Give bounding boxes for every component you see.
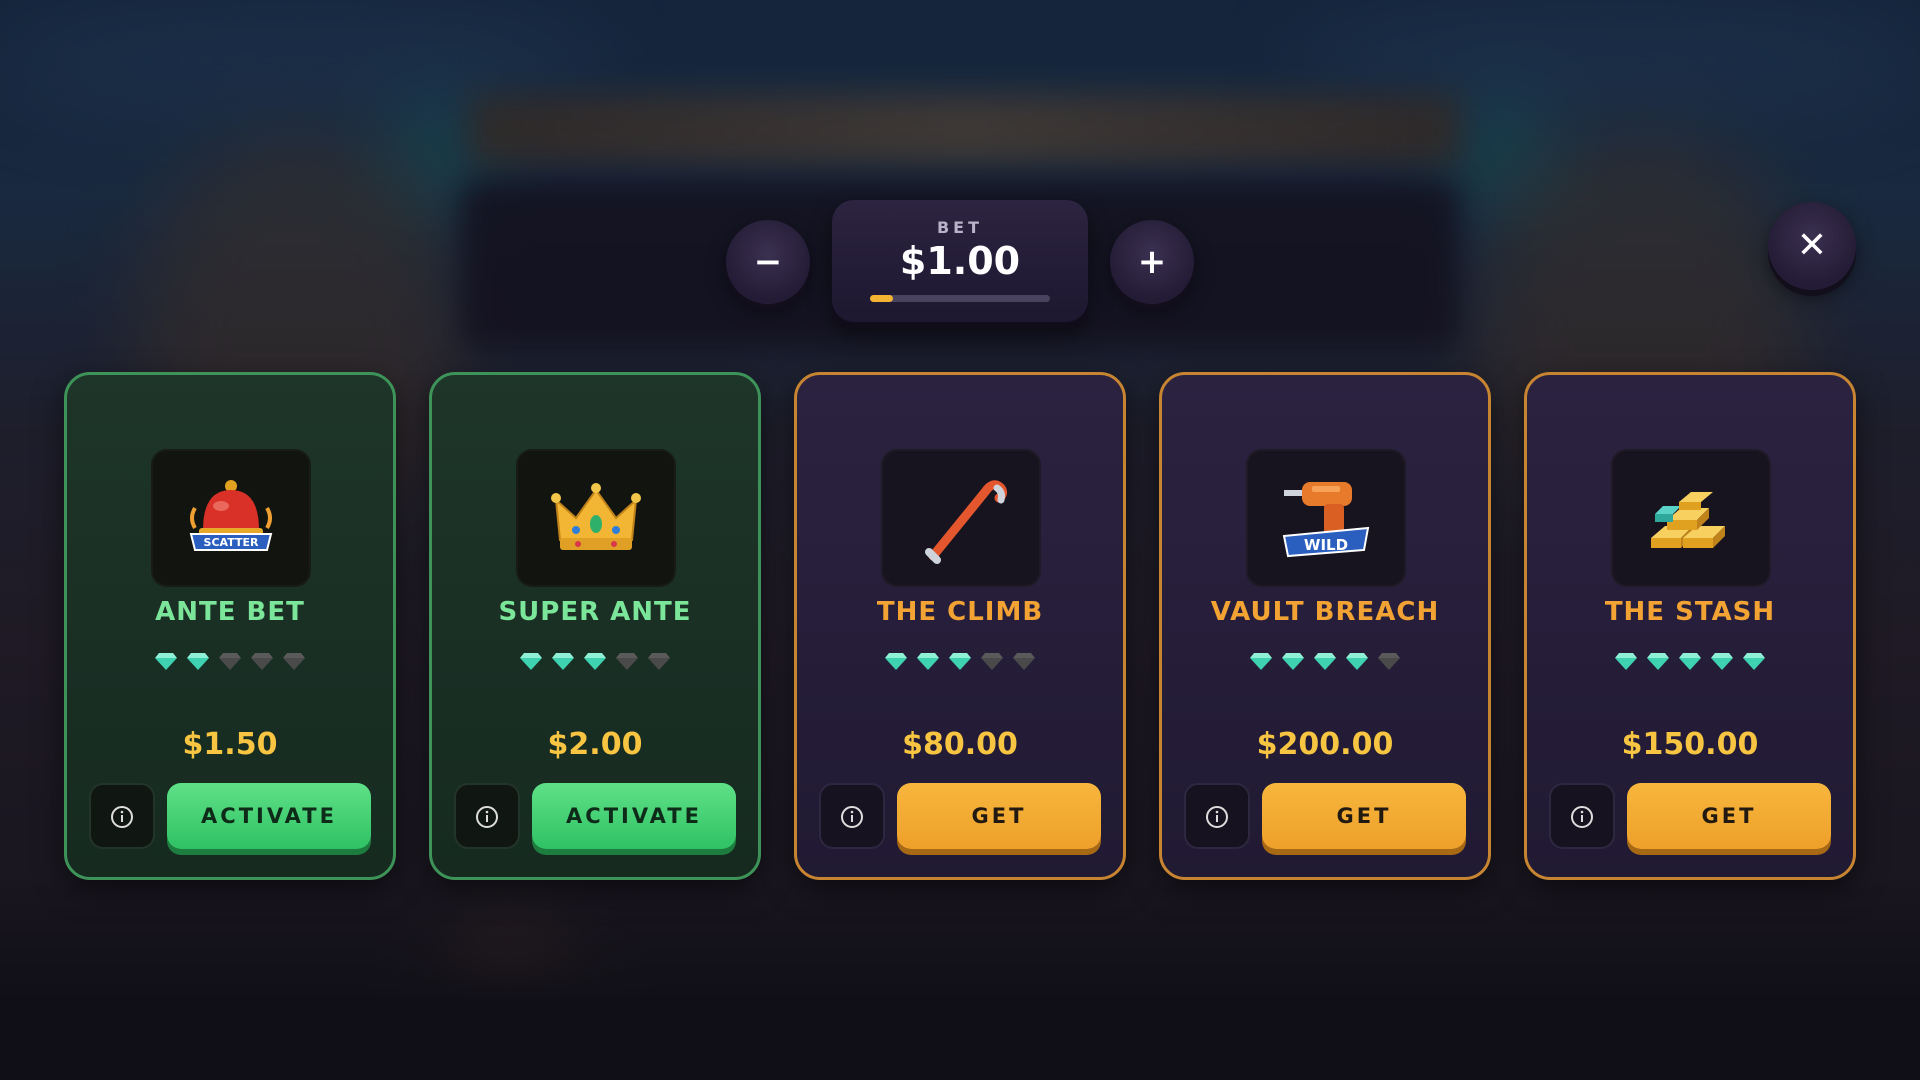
feature-card-the-climb: THE CLIMB $80.00 GET: [794, 372, 1126, 880]
gem-filled-icon: [187, 653, 209, 670]
bet-control: − BET $1.00 +: [726, 200, 1194, 325]
gem-empty-icon: [1013, 653, 1035, 670]
volatility-gems: [797, 647, 1123, 677]
decrease-bet-button[interactable]: −: [726, 220, 810, 304]
info-icon: [111, 806, 133, 828]
gem-filled-icon: [584, 653, 606, 670]
gem-empty-icon: [283, 653, 305, 670]
close-button[interactable]: ✕: [1768, 202, 1856, 290]
gem-filled-icon: [885, 653, 907, 670]
card-price: $200.00: [1256, 727, 1394, 762]
info-button[interactable]: [1549, 783, 1615, 849]
gem-filled-icon: [1346, 653, 1368, 670]
card-title: VAULT BREACH: [1210, 597, 1440, 627]
feature-card-vault-breach: WILD VAULT BREACH $200.00 GET: [1159, 372, 1491, 880]
increase-bet-button[interactable]: +: [1110, 220, 1194, 304]
get-button[interactable]: GET: [897, 783, 1101, 849]
card-icon-frame: [516, 449, 676, 587]
feature-card-ante-bet: SCATTER ANTE BET $1.50 ACTIVATE: [64, 372, 396, 880]
get-button[interactable]: GET: [1262, 783, 1466, 849]
minus-icon: −: [753, 242, 783, 282]
gem-filled-icon: [520, 653, 542, 670]
volatility-gems: [67, 647, 393, 677]
card-title: THE CLIMB: [876, 597, 1044, 627]
gem-filled-icon: [1250, 653, 1272, 670]
volatility-gems: [1162, 647, 1488, 677]
get-button[interactable]: GET: [1627, 783, 1831, 849]
crown-icon: [551, 483, 641, 550]
gem-filled-icon: [949, 653, 971, 670]
bet-level-fill: [870, 295, 894, 302]
card-icon-frame: SCATTER: [151, 449, 311, 587]
gem-filled-icon: [1711, 653, 1733, 670]
gem-filled-icon: [1743, 653, 1765, 670]
gem-filled-icon: [1615, 653, 1637, 670]
bet-value: $1.00: [899, 239, 1021, 283]
card-price: $80.00: [902, 727, 1018, 762]
info-button[interactable]: [1184, 783, 1250, 849]
card-title: THE STASH: [1604, 597, 1776, 627]
crowbar-icon: [925, 480, 1008, 564]
feature-card-the-stash: THE STASH $150.00 GET: [1524, 372, 1856, 880]
card-title: ANTE BET: [155, 597, 305, 627]
gold-bars-icon: [1651, 492, 1725, 548]
info-button[interactable]: [89, 783, 155, 849]
info-button[interactable]: [819, 783, 885, 849]
gem-filled-icon: [1647, 653, 1669, 670]
scatter-bell-icon: SCATTER: [189, 480, 273, 551]
gem-filled-icon: [155, 653, 177, 670]
card-icon-frame: [881, 449, 1041, 587]
gem-empty-icon: [1378, 653, 1400, 670]
card-price: $1.50: [182, 727, 278, 762]
gem-filled-icon: [1679, 653, 1701, 670]
bet-level-track: [870, 295, 1050, 302]
gem-empty-icon: [981, 653, 1003, 670]
card-price: $150.00: [1621, 727, 1759, 762]
gem-filled-icon: [552, 653, 574, 670]
info-button[interactable]: [454, 783, 520, 849]
info-icon: [841, 806, 863, 828]
info-icon: [1571, 806, 1593, 828]
activate-button[interactable]: ACTIVATE: [167, 783, 371, 849]
svg-text:SCATTER: SCATTER: [204, 536, 259, 549]
gem-empty-icon: [648, 653, 670, 670]
info-icon: [1206, 806, 1228, 828]
feature-card-super-ante: SUPER ANTE $2.00 ACTIVATE: [429, 372, 761, 880]
wild-drill-icon: WILD: [1282, 482, 1370, 558]
card-icon-frame: WILD: [1246, 449, 1406, 587]
close-icon: ✕: [1796, 225, 1828, 266]
volatility-gems: [432, 647, 758, 677]
card-title: SUPER ANTE: [498, 597, 692, 627]
card-price: $2.00: [547, 727, 643, 762]
bet-label: BET: [936, 218, 984, 237]
gem-empty-icon: [219, 653, 241, 670]
gem-filled-icon: [1314, 653, 1336, 670]
svg-text:WILD: WILD: [1304, 536, 1348, 554]
plus-icon: +: [1137, 242, 1167, 282]
activate-button[interactable]: ACTIVATE: [532, 783, 736, 849]
volatility-gems: [1527, 647, 1853, 677]
gem-empty-icon: [616, 653, 638, 670]
gem-filled-icon: [917, 653, 939, 670]
feature-cards: SCATTER ANTE BET $1.50 ACTIVATE SUPER AN…: [64, 372, 1856, 880]
gem-filled-icon: [1282, 653, 1304, 670]
bet-display: BET $1.00: [832, 200, 1088, 322]
card-icon-frame: [1611, 449, 1771, 587]
info-icon: [476, 806, 498, 828]
gem-empty-icon: [251, 653, 273, 670]
